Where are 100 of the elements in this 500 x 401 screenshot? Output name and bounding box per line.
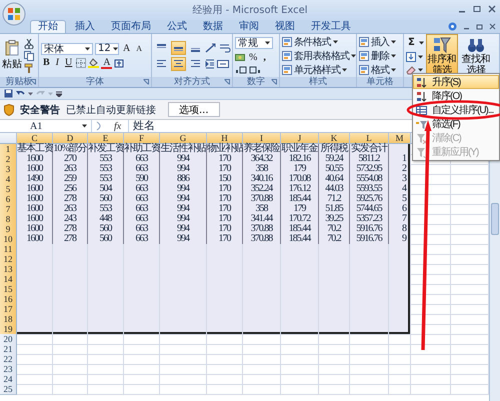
row-header[interactable]: 2 xyxy=(0,154,17,165)
row-header[interactable]: 5 xyxy=(0,184,17,195)
paintbrush-icon[interactable] xyxy=(24,62,34,72)
maximize-icon[interactable] xyxy=(473,5,481,13)
close-icon[interactable] xyxy=(488,5,496,13)
row-header[interactable]: 18 xyxy=(0,314,17,325)
column-header[interactable]: M xyxy=(389,133,411,144)
column-header[interactable]: C xyxy=(17,133,53,144)
caret-icon[interactable] xyxy=(418,54,423,58)
caret-icon[interactable] xyxy=(342,68,348,72)
row-header[interactable]: 3 xyxy=(0,164,17,175)
wrap-text-icon[interactable] xyxy=(219,42,231,52)
column-header[interactable]: E xyxy=(88,133,124,144)
caret-icon[interactable] xyxy=(391,68,396,72)
options-button[interactable]: 选项... xyxy=(168,102,220,117)
autosum-button[interactable]: Σ xyxy=(406,36,417,48)
ribbon-command[interactable]: 单元格样式 xyxy=(282,63,356,76)
dialog-launcher-icon[interactable] xyxy=(224,79,230,85)
column-header[interactable]: L xyxy=(350,133,389,144)
scroll-thumb[interactable] xyxy=(491,203,499,235)
row-header[interactable]: 16 xyxy=(0,294,17,305)
caret-icon[interactable] xyxy=(351,54,356,58)
menu-item[interactable]: 升序(S) xyxy=(413,75,499,89)
currency-icon[interactable] xyxy=(235,52,245,62)
row-header[interactable]: 25 xyxy=(0,384,17,395)
row-header[interactable]: 12 xyxy=(0,254,17,265)
ribbon-command[interactable]: 套用表格格式 xyxy=(282,49,356,62)
row-header[interactable]: 17 xyxy=(0,304,17,315)
comma-button[interactable]: , xyxy=(261,51,268,63)
row-header[interactable]: 6 xyxy=(0,194,17,205)
insert-function-button[interactable]: fx xyxy=(110,120,126,132)
ribbon-tab[interactable]: 审阅 xyxy=(232,20,266,33)
row-header[interactable]: 9 xyxy=(0,224,17,235)
row-header[interactable]: 15 xyxy=(0,284,17,295)
row-header[interactable]: 13 xyxy=(0,264,17,275)
align-button[interactable] xyxy=(171,56,186,70)
row-header[interactable]: 21 xyxy=(0,344,17,355)
row-header[interactable]: 11 xyxy=(0,244,17,255)
ribbon-tab[interactable]: 页面布局 xyxy=(104,20,158,33)
restore-icon[interactable] xyxy=(476,23,483,30)
underline-button[interactable]: U xyxy=(63,56,74,68)
paste-button[interactable]: 粘贴 xyxy=(2,40,22,71)
caret-icon[interactable] xyxy=(112,46,118,50)
column-header[interactable]: K xyxy=(319,133,350,144)
fill-down-icon[interactable] xyxy=(406,52,416,62)
ribbon-command[interactable]: 格式 xyxy=(359,63,396,76)
ribbon-command[interactable]: 插入 xyxy=(359,35,396,48)
ribbon-tab[interactable]: 视图 xyxy=(268,20,302,33)
clipboard-icon[interactable] xyxy=(5,40,19,56)
column-header[interactable]: J xyxy=(281,133,319,144)
caret-icon[interactable] xyxy=(332,40,338,44)
font-size-dropdown[interactable]: 12 xyxy=(95,42,119,54)
row-header[interactable]: 14 xyxy=(0,274,17,285)
ribbon-tab[interactable]: 数据 xyxy=(196,20,230,33)
ribbon-command[interactable]: 条件格式 xyxy=(282,35,356,48)
column-header[interactable]: I xyxy=(243,133,281,144)
column-header[interactable]: H xyxy=(207,133,243,144)
ribbon-tab[interactable]: 公式 xyxy=(160,20,194,33)
caret-icon[interactable] xyxy=(82,124,87,128)
borders-icon[interactable] xyxy=(76,58,86,68)
menu-item[interactable]: 筛选(F) xyxy=(413,117,499,131)
orientation-icon[interactable] xyxy=(205,42,217,52)
scissors-icon[interactable] xyxy=(24,38,34,48)
ribbon-command[interactable]: 删除 xyxy=(359,49,396,62)
phonetic-icon[interactable] xyxy=(114,58,124,68)
increase-decimal-icon[interactable] xyxy=(235,65,247,74)
caret-icon[interactable] xyxy=(85,46,90,50)
caret-icon[interactable] xyxy=(391,40,396,44)
merge-cells-icon[interactable] xyxy=(217,58,229,68)
row-header[interactable]: 10 xyxy=(0,234,17,245)
row-header[interactable]: 19 xyxy=(0,324,17,335)
number-format-dropdown[interactable]: 常规 xyxy=(235,37,273,49)
save-icon[interactable] xyxy=(4,89,13,98)
copy-icon[interactable] xyxy=(24,50,34,60)
grow-font-button[interactable]: A xyxy=(121,42,132,54)
dialog-launcher-icon[interactable] xyxy=(271,79,277,85)
align-button[interactable] xyxy=(171,40,186,54)
row-header[interactable]: 8 xyxy=(0,214,17,225)
decrease-decimal-icon[interactable] xyxy=(249,65,261,74)
indent-icon[interactable] xyxy=(205,58,215,68)
italic-button[interactable]: I xyxy=(54,56,62,68)
dialog-launcher-icon[interactable] xyxy=(143,79,149,85)
shrink-font-button[interactable]: A xyxy=(134,42,144,54)
fill-color-icon[interactable] xyxy=(88,58,100,68)
eraser-icon[interactable] xyxy=(406,64,416,74)
column-header[interactable]: F xyxy=(124,133,160,144)
menu-item[interactable]: 降序(O) xyxy=(413,89,499,103)
caret-icon[interactable] xyxy=(418,40,424,44)
row-header[interactable]: 23 xyxy=(0,364,17,375)
row-header[interactable]: 1 xyxy=(0,144,17,155)
caret-icon[interactable] xyxy=(265,41,270,45)
font-name-dropdown[interactable]: 宋体 xyxy=(41,42,93,54)
customize-icon[interactable] xyxy=(56,90,62,96)
column-header[interactable]: G xyxy=(160,133,207,144)
help-icon[interactable] xyxy=(448,22,457,31)
row-header[interactable]: 22 xyxy=(0,354,17,365)
row-header[interactable]: 24 xyxy=(0,374,17,385)
dialog-launcher-icon[interactable] xyxy=(30,79,36,85)
column-header[interactable]: D xyxy=(53,133,88,144)
percent-button[interactable]: % xyxy=(247,51,260,63)
